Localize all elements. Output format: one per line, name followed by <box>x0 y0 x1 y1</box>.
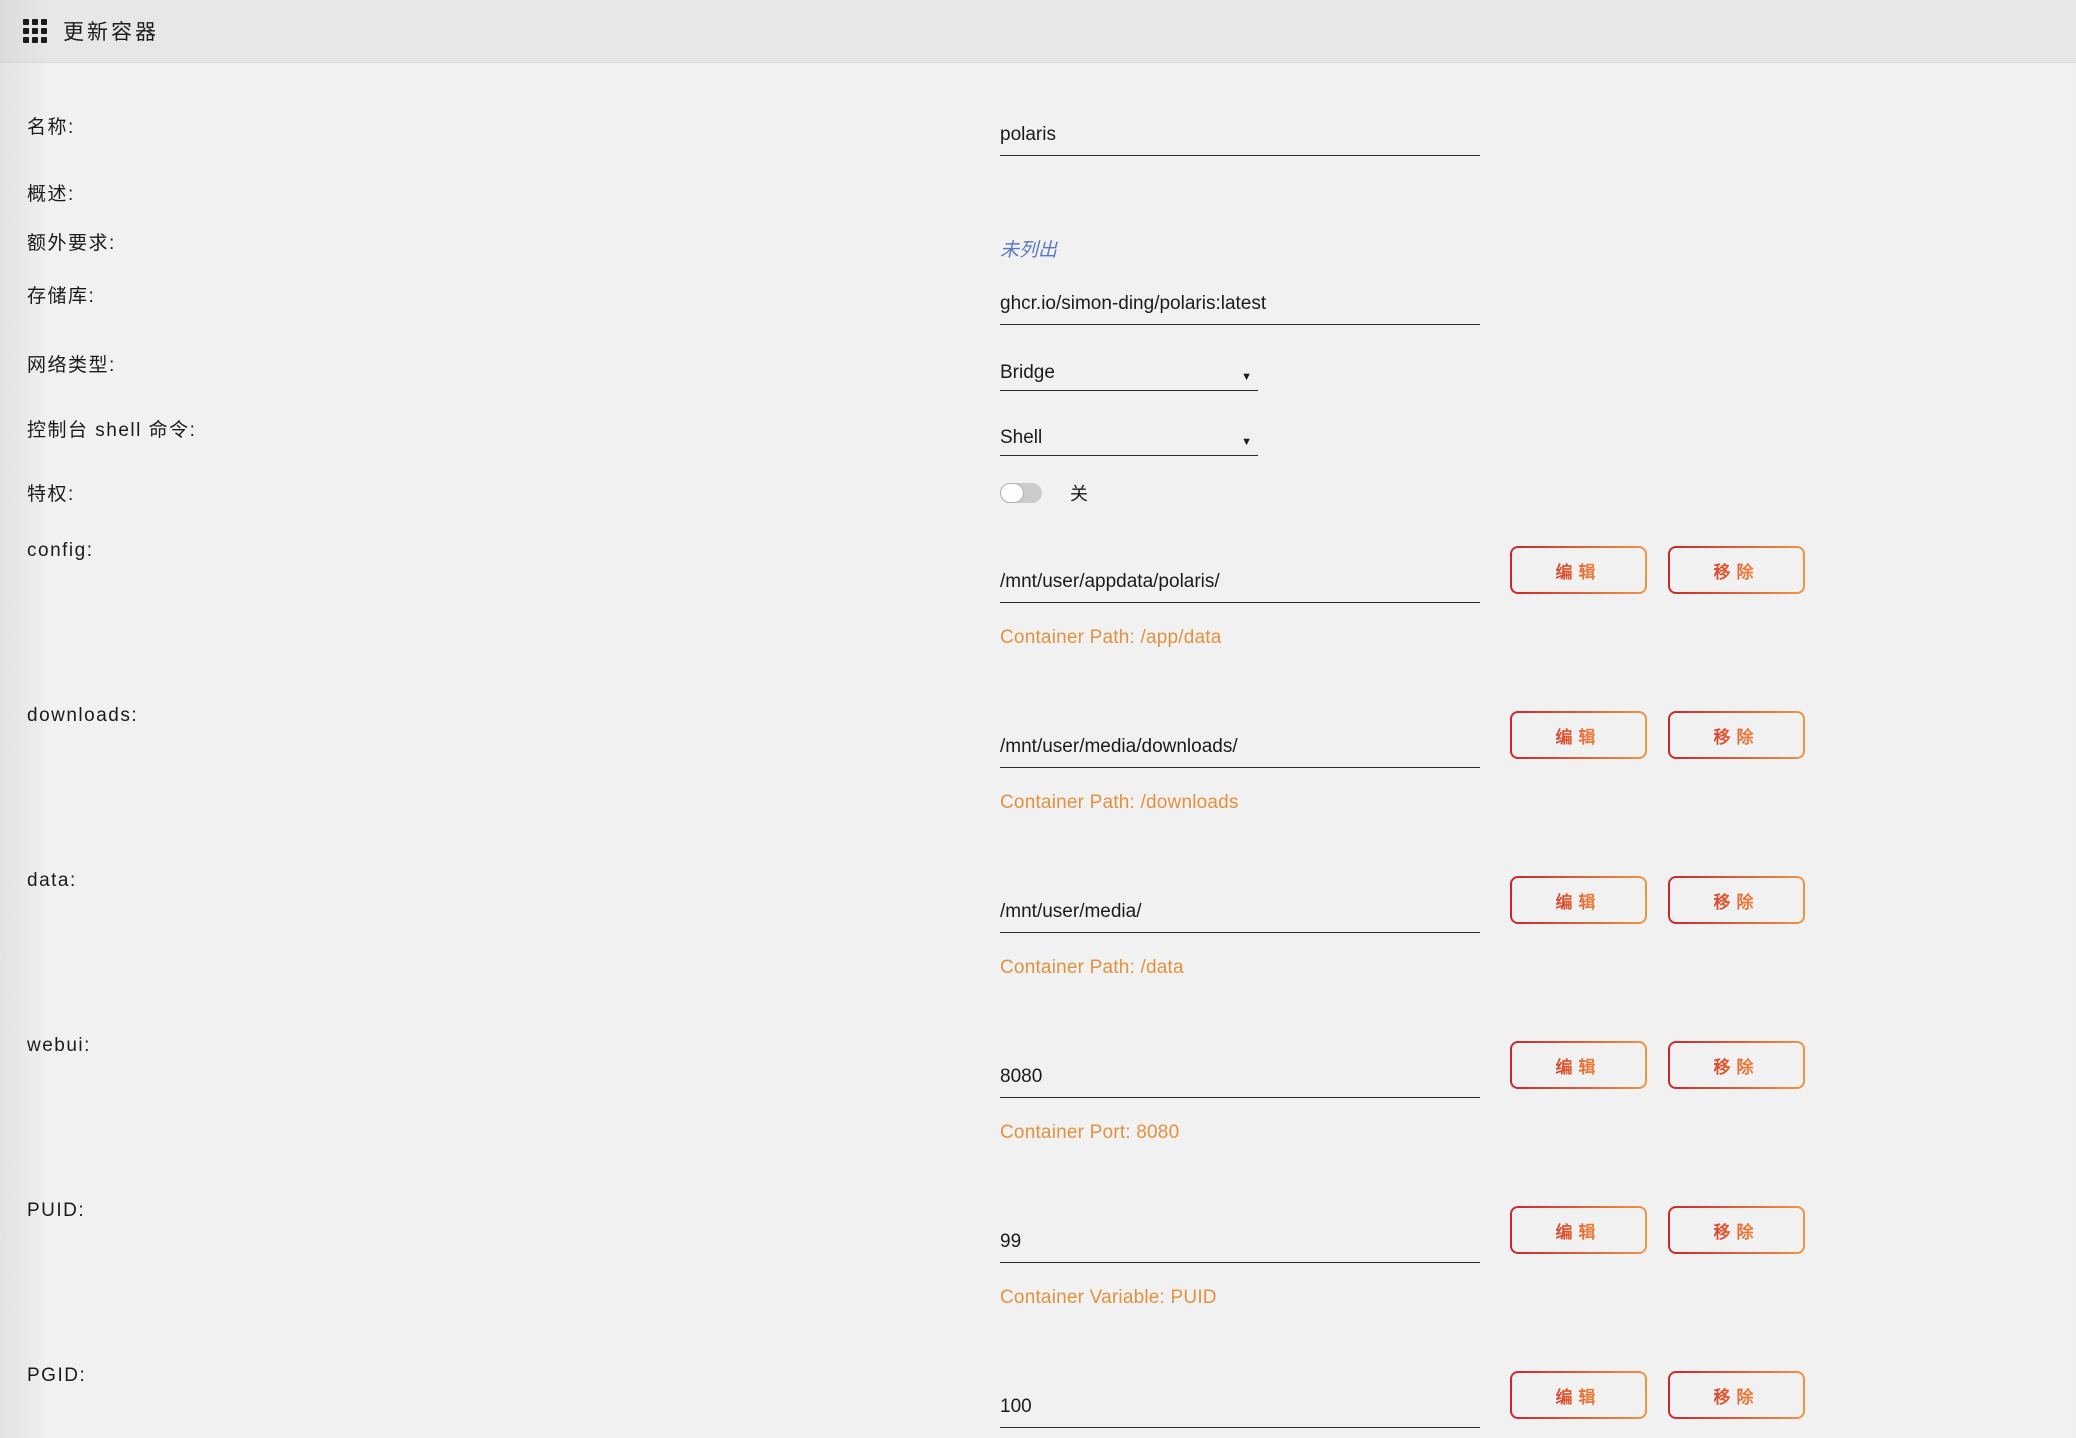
name-input[interactable] <box>1000 115 1480 156</box>
mapping-value-input[interactable] <box>1000 1057 1480 1098</box>
edit-button[interactable]: 编辑 <box>1510 1041 1647 1089</box>
remove-button[interactable]: 移除 <box>1668 546 1805 594</box>
edit-button[interactable]: 编辑 <box>1510 711 1647 759</box>
mapping-hint: Container Port: 8080 <box>1000 1122 1510 1144</box>
mapping-label: webui: <box>0 1033 1000 1059</box>
mapping-hint: Container Path: /downloads <box>1000 792 1510 814</box>
edit-button[interactable]: 编辑 <box>1510 1371 1647 1419</box>
network-type-label: 网络类型: <box>0 353 1000 379</box>
toggle-knob <box>1000 483 1024 503</box>
console-shell-select[interactable]: Shell ▼ <box>1000 418 1258 456</box>
chevron-down-icon: ▼ <box>1241 365 1252 389</box>
remove-button[interactable]: 移除 <box>1668 1041 1805 1089</box>
remove-button[interactable]: 移除 <box>1668 876 1805 924</box>
mapping-value-input[interactable] <box>1000 1222 1480 1263</box>
mapping-row: webui: Container Port: 8080 编辑 移除 <box>0 1033 2076 1144</box>
mapping-label: config: <box>0 538 1000 564</box>
mapping-label: downloads: <box>0 703 1000 729</box>
mapping-value-input[interactable] <box>1000 1387 1480 1428</box>
privileged-label: 特权: <box>0 482 1000 508</box>
row-privileged: 特权: 关 <box>0 482 2076 508</box>
edit-button[interactable]: 编辑 <box>1510 876 1647 924</box>
mapping-value-input[interactable] <box>1000 727 1480 768</box>
privileged-toggle[interactable] <box>1000 483 1042 503</box>
row-network-type: 网络类型: Bridge ▼ <box>0 353 2076 391</box>
header: 更新容器 <box>0 0 2076 63</box>
not-listed-link[interactable]: 未列出 <box>1000 235 1057 262</box>
name-label: 名称: <box>0 115 1000 141</box>
mapping-hint: Container Path: /app/data <box>1000 627 1510 649</box>
mapping-value-input[interactable] <box>1000 562 1480 603</box>
row-console-shell: 控制台 shell 命令: Shell ▼ <box>0 418 2076 456</box>
chevron-down-icon: ▼ <box>1241 430 1252 454</box>
remove-button[interactable]: 移除 <box>1668 1206 1805 1254</box>
repository-label: 存储库: <box>0 284 1000 310</box>
mapping-hint: Container Variable: PUID <box>1000 1287 1510 1309</box>
network-type-select[interactable]: Bridge ▼ <box>1000 353 1258 391</box>
page-title: 更新容器 <box>63 16 159 46</box>
row-repository: 存储库: <box>0 284 2076 325</box>
mapping-value-input[interactable] <box>1000 892 1480 933</box>
mapping-hint: Container Path: /data <box>1000 957 1510 979</box>
console-shell-label: 控制台 shell 命令: <box>0 418 1000 444</box>
network-type-value: Bridge <box>1000 362 1055 383</box>
mapping-label: PGID: <box>0 1363 1000 1389</box>
remove-button[interactable]: 移除 <box>1668 711 1805 759</box>
mapping-row: PUID: Container Variable: PUID 编辑 移除 <box>0 1198 2076 1309</box>
extra-requirements-label: 额外要求: <box>0 231 1000 257</box>
mapping-row: config: Container Path: /app/data 编辑 移除 <box>0 538 2076 649</box>
mapping-row: PGID: Container Variable: PGID 编辑 移除 <box>0 1363 2076 1438</box>
mapping-row: data: Container Path: /data 编辑 移除 <box>0 868 2076 979</box>
console-shell-value: Shell <box>1000 427 1042 448</box>
edit-button[interactable]: 编辑 <box>1510 1206 1647 1254</box>
container-form: 名称: 概述: 额外要求: 未列出 存储库: 网络类型: Bridge ▼ <box>0 63 2076 1438</box>
mapping-label: data: <box>0 868 1000 894</box>
privileged-state-label: 关 <box>1070 480 1089 506</box>
row-name: 名称: <box>0 115 2076 156</box>
grid-icon <box>23 19 47 43</box>
mapping-label: PUID: <box>0 1198 1000 1224</box>
overview-label: 概述: <box>0 182 1000 208</box>
repository-input[interactable] <box>1000 284 1480 325</box>
row-extra-requirements: 额外要求: 未列出 <box>0 231 2076 262</box>
edit-button[interactable]: 编辑 <box>1510 546 1647 594</box>
mapping-row: downloads: Container Path: /downloads 编辑… <box>0 703 2076 814</box>
remove-button[interactable]: 移除 <box>1668 1371 1805 1419</box>
row-overview: 概述: <box>0 182 2076 208</box>
